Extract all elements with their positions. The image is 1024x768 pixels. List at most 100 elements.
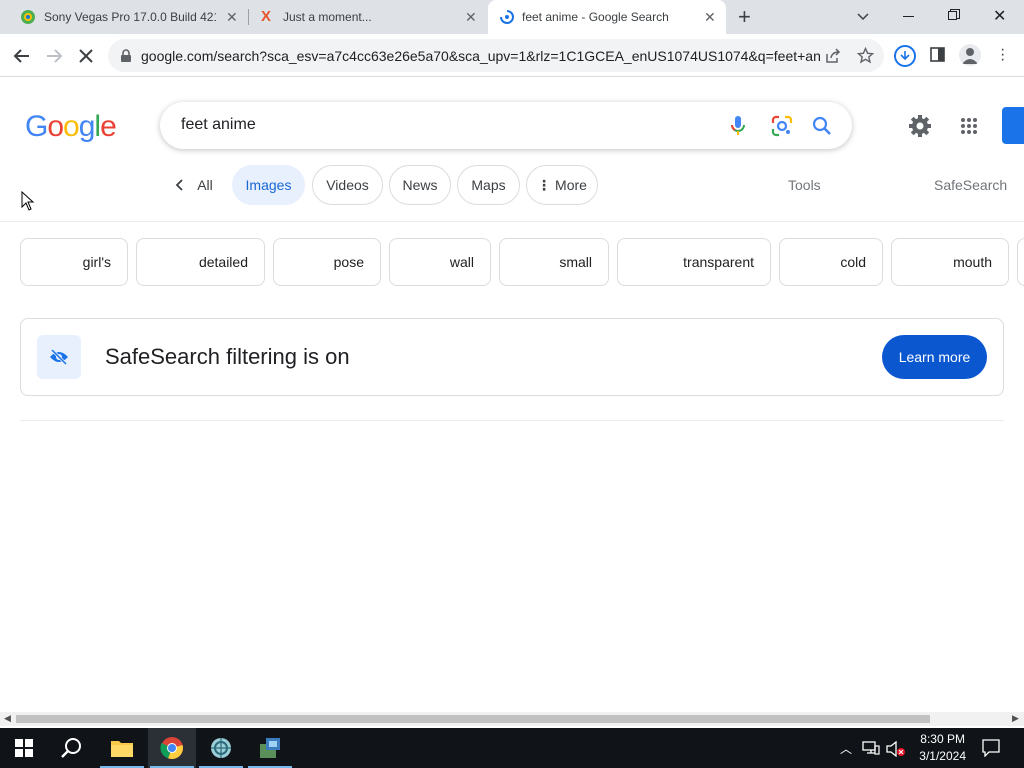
- taskbar-search-button[interactable]: [48, 728, 96, 768]
- tab-label: Images: [245, 177, 292, 193]
- sony-vegas-favicon-icon: [21, 10, 35, 24]
- chip-wall[interactable]: wall: [389, 238, 491, 286]
- share-icon[interactable]: [825, 48, 841, 64]
- network-icon[interactable]: [862, 741, 880, 755]
- apps-grid-icon[interactable]: [960, 117, 978, 135]
- browser-menu-icon[interactable]: · · ·: [1000, 42, 1005, 68]
- settings-gear-icon[interactable]: [908, 114, 932, 138]
- tools-button[interactable]: Tools: [788, 177, 821, 193]
- clock-date: 3/1/2024: [919, 749, 966, 763]
- address-bar[interactable]: google.com/search?sca_esv=a7c4cc63e26e5a…: [108, 39, 884, 72]
- microphone-icon[interactable]: [730, 115, 746, 137]
- lens-camera-icon[interactable]: [771, 115, 793, 137]
- show-hidden-icons-chevron-icon[interactable]: ︿: [840, 740, 852, 757]
- restore-button[interactable]: [948, 9, 960, 21]
- x-red-favicon-icon: X: [261, 8, 272, 25]
- stop-loading-icon[interactable]: [77, 47, 95, 65]
- close-tab-icon[interactable]: ✕: [226, 9, 238, 26]
- start-button[interactable]: [0, 728, 48, 768]
- logo-letter: G: [25, 110, 48, 143]
- search-icon[interactable]: [812, 116, 832, 136]
- new-tab-button[interactable]: +: [738, 4, 751, 30]
- person-icon: [962, 48, 978, 64]
- tab-just-a-moment[interactable]: X Just a moment... ✕: [249, 0, 487, 34]
- mouse-cursor-icon: [21, 191, 35, 211]
- chip-label: transparent: [683, 254, 754, 270]
- learn-more-button[interactable]: Learn more: [882, 335, 987, 379]
- chip-label: wall: [449, 254, 474, 270]
- tab-title: Just a moment...: [283, 10, 372, 24]
- folder-icon: [111, 741, 133, 757]
- close-tab-icon[interactable]: ✕: [465, 9, 477, 26]
- tab-videos[interactable]: Videos: [312, 165, 383, 205]
- logo-letter: o: [63, 110, 80, 143]
- tab-title: feet anime - Google Search: [522, 10, 669, 24]
- clock-time: 8:30 PM: [920, 732, 965, 746]
- chip-label: small: [559, 254, 592, 270]
- chip-partial[interactable]: [1017, 238, 1024, 286]
- scroll-right-arrow-icon[interactable]: ▶: [1012, 713, 1019, 724]
- installer-taskbar-button[interactable]: [246, 728, 294, 768]
- lock-icon[interactable]: [120, 49, 132, 63]
- installer-icon: [260, 738, 280, 758]
- chip-small[interactable]: small: [499, 238, 609, 286]
- safesearch-button[interactable]: SafeSearch: [934, 177, 1007, 193]
- profile-avatar[interactable]: [959, 44, 981, 66]
- chip-cold[interactable]: cold: [779, 238, 883, 286]
- system-clock[interactable]: 8:30 PM 3/1/2024: [919, 731, 966, 765]
- chip-label: girl's: [82, 254, 111, 270]
- search-box[interactable]: feet anime: [160, 102, 852, 149]
- chrome-taskbar-button[interactable]: [148, 728, 196, 768]
- volume-muted-icon[interactable]: [886, 741, 906, 757]
- taskbar: ︿ 8:30 PM 3/1/2024: [0, 728, 1024, 768]
- close-window-button[interactable]: ✕: [993, 6, 1006, 26]
- chip-detailed[interactable]: detailed: [136, 238, 265, 286]
- tab-more[interactable]: ⋮ More: [526, 165, 598, 205]
- bookmark-star-icon[interactable]: [857, 47, 874, 64]
- chrome-icon: [160, 737, 183, 760]
- app-taskbar-button[interactable]: [197, 728, 245, 768]
- logo-letter: g: [78, 110, 96, 143]
- download-icon[interactable]: [894, 45, 916, 67]
- file-explorer-button[interactable]: [98, 728, 146, 768]
- close-tab-icon[interactable]: ✕: [704, 9, 716, 26]
- tab-maps[interactable]: Maps: [457, 165, 520, 205]
- chip-label: mouth: [953, 254, 992, 270]
- url-text: google.com/search?sca_esv=a7c4cc63e26e5a…: [141, 48, 821, 64]
- windows-logo-icon: [15, 739, 33, 757]
- tab-title: Sony Vegas Pro 17.0.0 Build 421 |: [44, 10, 216, 24]
- tab-search-chevron-icon[interactable]: [856, 10, 870, 24]
- back-arrow-icon[interactable]: [13, 47, 31, 65]
- more-dots-icon: ⋮: [537, 176, 552, 193]
- logo-letter: e: [100, 110, 117, 143]
- chip-mouth[interactable]: mouth: [891, 238, 1009, 286]
- chevron-left-icon: [175, 179, 183, 191]
- search-input[interactable]: feet anime: [181, 116, 256, 134]
- scrollbar-thumb[interactable]: [16, 715, 930, 723]
- tab-label: Maps: [471, 177, 506, 193]
- content-divider: [20, 420, 1004, 421]
- chip-pose[interactable]: pose: [273, 238, 381, 286]
- eye-slash-icon: [50, 349, 68, 365]
- chip-label: detailed: [198, 254, 248, 270]
- tab-label: News: [402, 177, 438, 193]
- forward-arrow-icon[interactable]: [45, 47, 63, 65]
- tab-label: More: [555, 177, 587, 193]
- horizontal-scrollbar[interactable]: ◀ ▶: [0, 712, 1024, 726]
- side-panel-icon[interactable]: [930, 47, 945, 62]
- tab-label: Videos: [326, 177, 369, 193]
- minimize-button[interactable]: [903, 16, 914, 17]
- tab-google-search[interactable]: feet anime - Google Search ✕: [488, 0, 726, 34]
- tab-sony-vegas[interactable]: Sony Vegas Pro 17.0.0 Build 421 | ✕: [8, 0, 248, 34]
- chip-girls[interactable]: girl's: [20, 238, 128, 286]
- scroll-left-arrow-icon[interactable]: ◀: [4, 713, 11, 724]
- chip-transparent[interactable]: transparent: [617, 238, 771, 286]
- google-logo[interactable]: Google: [25, 110, 117, 144]
- notification-icon[interactable]: [982, 739, 1000, 757]
- globe-app-icon: [211, 738, 231, 758]
- tab-all[interactable]: All: [166, 165, 222, 205]
- tab-news[interactable]: News: [389, 165, 451, 205]
- safesearch-icon-box: [37, 335, 81, 379]
- tab-images[interactable]: Images: [232, 165, 305, 205]
- sign-in-button[interactable]: [1002, 107, 1024, 144]
